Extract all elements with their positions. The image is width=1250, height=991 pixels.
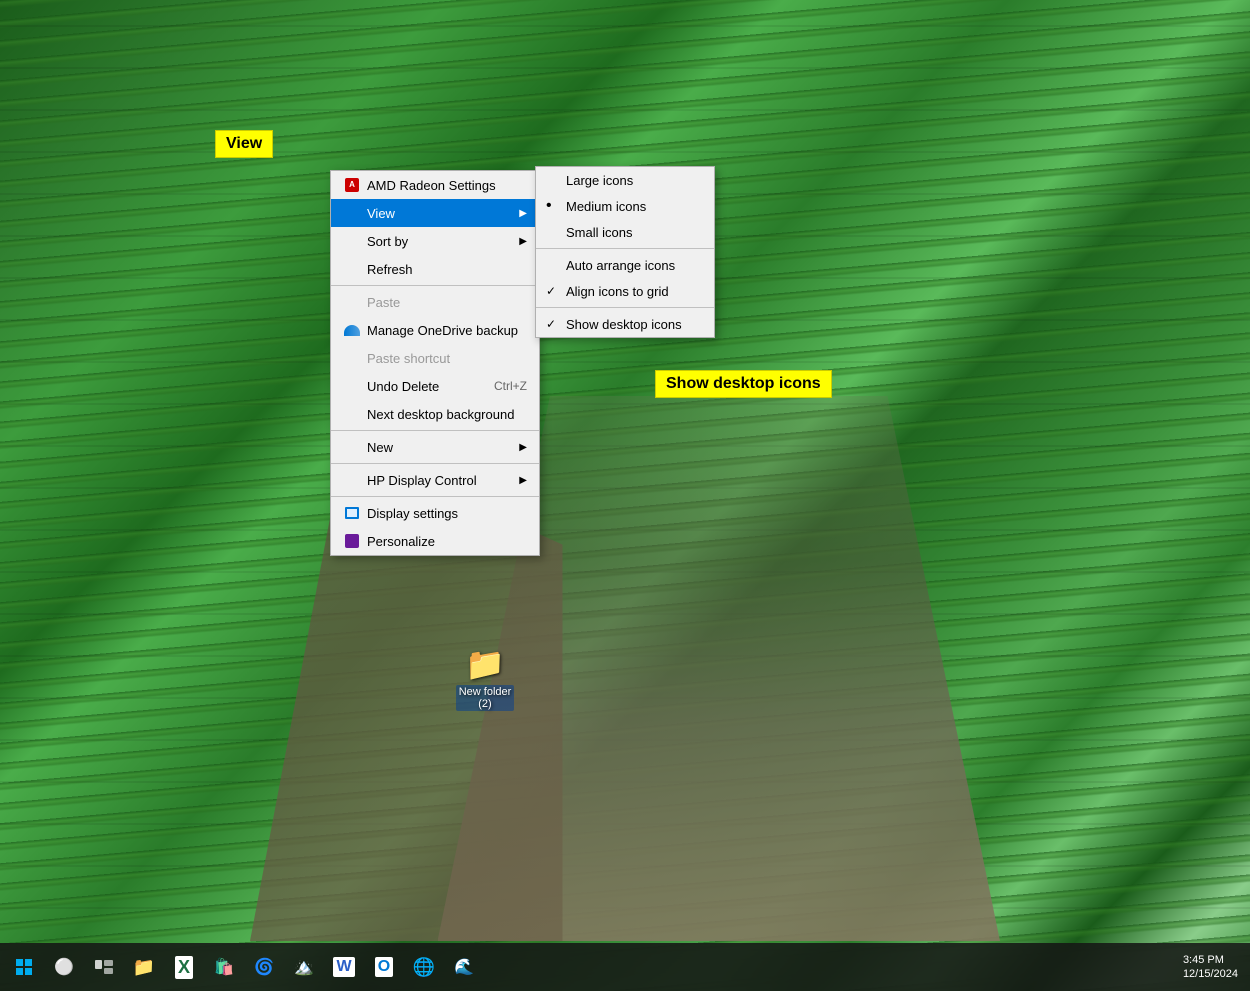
store-button[interactable]: 🛍️ xyxy=(204,947,244,987)
task-view-button[interactable] xyxy=(84,947,124,987)
align-grid-label: Align icons to grid xyxy=(566,284,669,299)
onedrive-label: Manage OneDrive backup xyxy=(367,323,518,338)
undo-spacer xyxy=(343,377,361,395)
view-label: View xyxy=(367,206,395,221)
view-arrow: ▶ xyxy=(519,208,527,219)
medium-icons-label: Medium icons xyxy=(566,199,646,214)
show-desktop-icons-label: Show desktop icons xyxy=(566,317,682,332)
display-icon xyxy=(343,504,361,522)
view-align-grid[interactable]: ✓ Align icons to grid xyxy=(536,278,714,304)
display-settings-label: Display settings xyxy=(367,506,458,521)
separator-4 xyxy=(331,496,539,497)
view-medium-icons[interactable]: • Medium icons xyxy=(536,193,714,219)
search-button[interactable]: ⚪ xyxy=(44,947,84,987)
paste-label: Paste xyxy=(367,295,400,310)
photos-button[interactable]: 🏔️ xyxy=(284,947,324,987)
context-menu-display-settings[interactable]: Display settings xyxy=(331,499,539,527)
desktop-background xyxy=(0,0,1250,991)
annotation-show-icons-label: Show desktop icons xyxy=(655,370,832,398)
taskbar-time: 3:45 PM12/15/2024 xyxy=(1183,953,1238,982)
separator-2 xyxy=(331,430,539,431)
refresh-label: Refresh xyxy=(367,262,413,277)
auto-arrange-label: Auto arrange icons xyxy=(566,258,675,273)
small-icons-label: Small icons xyxy=(566,225,632,240)
large-icons-label: Large icons xyxy=(566,173,633,188)
view-small-icons[interactable]: Small icons xyxy=(536,219,714,245)
annotation-view-label: View xyxy=(215,130,273,158)
context-menu-next-bg[interactable]: Next desktop background xyxy=(331,400,539,428)
context-menu-amd-radeon[interactable]: A AMD Radeon Settings xyxy=(331,171,539,199)
view-large-icons[interactable]: Large icons xyxy=(536,167,714,193)
amd-radeon-label: AMD Radeon Settings xyxy=(367,178,496,193)
new-arrow: ▶ xyxy=(519,442,527,453)
context-menu-paste-shortcut[interactable]: Paste shortcut xyxy=(331,344,539,372)
next-bg-label: Next desktop background xyxy=(367,407,514,422)
hp-display-label: HP Display Control xyxy=(367,473,477,488)
context-menu-refresh[interactable]: Refresh xyxy=(331,255,539,283)
hp-arrow: ▶ xyxy=(519,475,527,486)
context-menu-undo-delete[interactable]: Undo Delete Ctrl+Z xyxy=(331,372,539,400)
context-menu-hp-display[interactable]: HP Display Control ▶ xyxy=(331,466,539,494)
context-menu-paste[interactable]: Paste xyxy=(331,288,539,316)
taskbar: ⚪ 📁 X 🛍️ 🌀 🏔️ W O 🌐 🌊 xyxy=(0,943,1250,991)
context-menu-onedrive[interactable]: Manage OneDrive backup xyxy=(331,316,539,344)
outlook-button[interactable]: O xyxy=(364,947,404,987)
context-menu-sort-by[interactable]: Sort by ▶ xyxy=(331,227,539,255)
separator-3 xyxy=(331,463,539,464)
paste-shortcut-spacer xyxy=(343,349,361,367)
medium-bullet: • xyxy=(546,198,552,214)
context-menu-personalize[interactable]: Personalize xyxy=(331,527,539,555)
view-show-desktop-icons[interactable]: ✓ Show desktop icons xyxy=(536,311,714,337)
hp-spacer xyxy=(343,471,361,489)
excel-button[interactable]: X xyxy=(164,947,204,987)
refresh-spacer xyxy=(343,260,361,278)
edge-button[interactable]: 🌊 xyxy=(444,947,484,987)
view-auto-arrange[interactable]: Auto arrange icons xyxy=(536,252,714,278)
paste-spacer xyxy=(343,293,361,311)
file-explorer-button[interactable]: 📁 xyxy=(124,947,164,987)
view-sep-2 xyxy=(536,307,714,308)
context-menu-view[interactable]: View ▶ xyxy=(331,199,539,227)
onedrive-icon xyxy=(343,321,361,339)
personalize-icon xyxy=(343,532,361,550)
view-spacer xyxy=(343,204,361,222)
sort-by-label: Sort by xyxy=(367,234,408,249)
undo-delete-label: Undo Delete xyxy=(367,379,439,394)
view-sep-1 xyxy=(536,248,714,249)
desktop-folder-icon[interactable]: 📁 New folder(2) xyxy=(450,645,520,711)
separator-1 xyxy=(331,285,539,286)
folder-icon: 📁 xyxy=(465,645,505,683)
paste-shortcut-label: Paste shortcut xyxy=(367,351,450,366)
sort-arrow: ▶ xyxy=(519,236,527,247)
context-menu: A AMD Radeon Settings View ▶ Sort by ▶ R… xyxy=(330,170,540,556)
context-menu-new[interactable]: New ▶ xyxy=(331,433,539,461)
view-submenu: Large icons • Medium icons Small icons A… xyxy=(535,166,715,338)
sort-spacer xyxy=(343,232,361,250)
word-button[interactable]: W xyxy=(324,947,364,987)
new-label: New xyxy=(367,440,393,455)
next-bg-spacer xyxy=(343,405,361,423)
align-check: ✓ xyxy=(546,284,556,298)
amd-icon: A xyxy=(343,176,361,194)
folder-label: New folder(2) xyxy=(456,685,515,711)
personalize-label: Personalize xyxy=(367,534,435,549)
chrome-button[interactable]: 🌐 xyxy=(404,947,444,987)
show-icons-check: ✓ xyxy=(546,317,556,331)
start-button[interactable] xyxy=(4,947,44,987)
undo-shortcut: Ctrl+Z xyxy=(494,379,527,393)
pinwheel-button[interactable]: 🌀 xyxy=(244,947,284,987)
new-spacer xyxy=(343,438,361,456)
taskbar-right-area: 3:45 PM12/15/2024 xyxy=(1183,953,1238,982)
